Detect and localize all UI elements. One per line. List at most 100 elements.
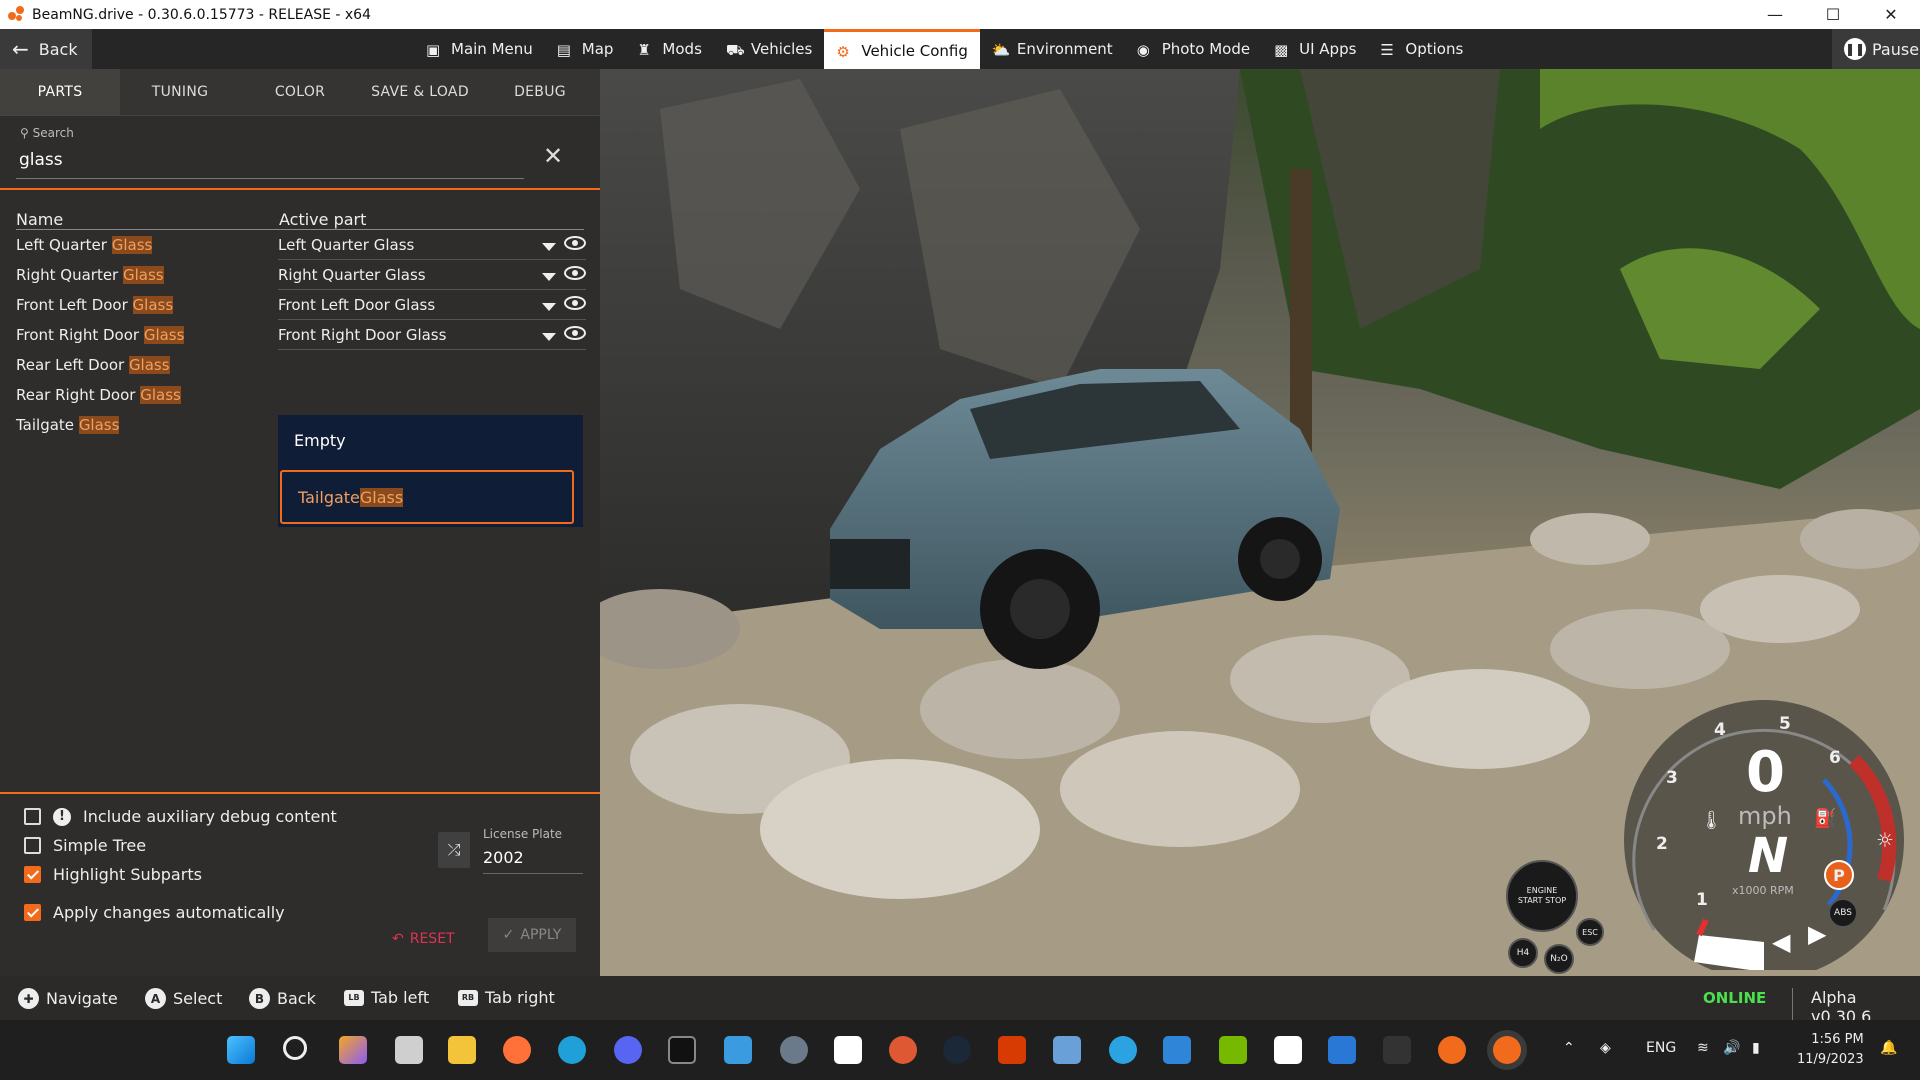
online-status: ONLINE <box>1703 989 1767 1007</box>
pause-button[interactable]: ❚❚ Pause <box>1832 29 1920 69</box>
eye-icon[interactable] <box>564 326 586 340</box>
search-taskbar-icon[interactable] <box>283 1036 307 1060</box>
engine-start-stop-button[interactable]: ENGINE START STOP <box>1506 860 1578 932</box>
menu-item-ui-apps[interactable]: ▩ UI Apps <box>1262 29 1368 69</box>
tab-color[interactable]: COLOR <box>240 69 360 115</box>
part-row[interactable]: Right Quarter Glass Right Quarter Glass <box>16 260 586 290</box>
sliders-icon: ☰ <box>1380 41 1394 59</box>
tab-save-load[interactable]: SAVE & LOAD <box>360 69 480 115</box>
apply-button[interactable]: ✓ APPLY <box>488 918 576 952</box>
chevron-down-icon[interactable] <box>542 243 556 251</box>
beamng-launcher-icon[interactable] <box>1438 1036 1466 1064</box>
simple-tree-checkbox[interactable]: Simple Tree <box>24 836 146 855</box>
part-row[interactable]: Rear Right Door Glass <box>16 380 584 410</box>
language-indicator[interactable]: ENG <box>1646 1040 1676 1056</box>
mail-icon[interactable] <box>1328 1036 1356 1064</box>
part-row[interactable]: Left Quarter Glass Left Quarter Glass <box>16 230 586 260</box>
beamng-active-icon[interactable] <box>1493 1036 1521 1064</box>
rpm-label: x1000 RPM <box>1732 884 1794 897</box>
menu-item-options[interactable]: ☰ Options <box>1368 29 1475 69</box>
discord-icon[interactable] <box>614 1036 642 1064</box>
tray-network-off-icon[interactable]: ◈ <box>1600 1040 1611 1056</box>
telegram-icon[interactable] <box>1109 1036 1137 1064</box>
active-part-select[interactable]: Front Left Door Glass <box>278 296 586 320</box>
dropdown-option-empty[interactable]: Empty <box>278 415 578 465</box>
tab-parts[interactable]: PARTS <box>0 69 120 115</box>
lb-button-icon: LB <box>344 989 364 1006</box>
hint-select[interactable]: A Select <box>145 988 222 1009</box>
steam-icon[interactable] <box>943 1036 971 1064</box>
chevron-down-icon[interactable] <box>542 303 556 311</box>
volume-icon[interactable]: 🔊 <box>1723 1040 1740 1056</box>
menu-item-vehicles[interactable]: ⛟ Vehicles <box>714 29 824 69</box>
info-icon: ! <box>53 807 71 826</box>
nvidia-icon[interactable] <box>1219 1036 1247 1064</box>
menu-item-main-menu[interactable]: ▣ Main Menu <box>414 29 545 69</box>
hint-navigate[interactable]: ✚ Navigate <box>18 988 118 1009</box>
menu-item-map[interactable]: ▤ Map <box>545 29 626 69</box>
hint-tab-left[interactable]: LB Tab left <box>344 988 429 1007</box>
close-window-button[interactable]: ✕ <box>1862 0 1920 29</box>
back-button[interactable]: ← Back <box>0 29 92 69</box>
office-icon[interactable] <box>998 1036 1026 1064</box>
search-field[interactable]: ⚲ Search glass ✕ <box>0 116 600 190</box>
active-part-select[interactable]: Left Quarter Glass <box>278 236 586 260</box>
license-plate-input[interactable]: 2002 <box>483 848 583 874</box>
tray-expand-icon[interactable]: ⌃ <box>1563 1040 1575 1056</box>
eye-icon[interactable] <box>564 296 586 310</box>
settings-icon[interactable] <box>780 1036 808 1064</box>
menu-item-vehicle-config[interactable]: ⚙ Vehicle Config <box>824 29 980 69</box>
vehicle-config-panel: PARTS TUNING COLOR SAVE & LOAD DEBUG ⚲ Searc… <box>0 69 600 976</box>
rpm-tick-6: 6 <box>1829 748 1841 768</box>
rpm-tick-1: 1 <box>1696 890 1708 910</box>
taskbar-clock[interactable]: 1:56 PM 11/9/2023 <box>1797 1030 1864 1070</box>
wifi-icon[interactable]: ≋ <box>1697 1040 1709 1056</box>
dropdown-option-tailgate-glass[interactable]: Tailgate Glass <box>280 470 574 524</box>
edge-icon[interactable] <box>558 1036 586 1064</box>
notepad-icon[interactable] <box>724 1036 752 1064</box>
auto-apply-checkbox[interactable]: Apply changes automatically <box>24 903 285 922</box>
firefox-icon[interactable] <box>503 1036 531 1064</box>
menu-item-photo-mode[interactable]: ◉ Photo Mode <box>1125 29 1262 69</box>
copilot-icon[interactable] <box>339 1036 367 1064</box>
hint-tab-right[interactable]: RB Tab right <box>458 988 555 1007</box>
randomize-plate-button[interactable]: ⤮ <box>438 832 470 868</box>
windows-start-icon[interactable] <box>227 1036 255 1064</box>
highlight-subparts-checkbox[interactable]: Highlight Subparts <box>24 865 202 884</box>
monitor-app-icon[interactable] <box>1053 1036 1081 1064</box>
terminal-icon[interactable] <box>668 1036 696 1064</box>
hint-back[interactable]: B Back <box>249 988 316 1009</box>
active-part-select[interactable]: Front Right Door Glass <box>278 326 586 350</box>
tab-tuning[interactable]: TUNING <box>120 69 240 115</box>
tab-debug[interactable]: DEBUG <box>480 69 600 115</box>
task-view-icon[interactable] <box>395 1036 423 1064</box>
eye-icon[interactable] <box>564 236 586 250</box>
menu-item-mods[interactable]: ♜ Mods <box>625 29 713 69</box>
active-part-select[interactable]: Right Quarter Glass <box>278 266 586 290</box>
maximize-button[interactable]: ☐ <box>1804 0 1862 29</box>
chevron-down-icon[interactable] <box>542 273 556 281</box>
reset-button[interactable]: ↶ RESET <box>392 922 472 956</box>
windows-taskbar: ⌃ ◈ ENG ≋ 🔊 ▮ 1:56 PM 11/9/2023 🔔 <box>0 1020 1920 1080</box>
eye-icon[interactable] <box>564 266 586 280</box>
remote-desktop-icon[interactable] <box>1163 1036 1191 1064</box>
clear-search-icon[interactable]: ✕ <box>543 142 563 170</box>
notion-icon[interactable] <box>1274 1036 1302 1064</box>
animal-app-icon[interactable] <box>1383 1036 1411 1064</box>
chevron-down-icon[interactable] <box>542 333 556 341</box>
battery-icon[interactable]: ▮ <box>1752 1040 1760 1056</box>
aux-debug-checkbox[interactable]: ! Include auxiliary debug content <box>24 807 337 826</box>
menu-item-environment[interactable]: ⛅ Environment <box>980 29 1125 69</box>
a-button-icon: A <box>145 988 166 1009</box>
part-row[interactable]: Front Right Door Glass Front Right Door G… <box>16 320 586 350</box>
rb-button-icon: RB <box>458 989 478 1006</box>
store-icon[interactable] <box>834 1036 862 1064</box>
part-row[interactable]: Front Left Door Glass Front Left Door Gla… <box>16 290 586 320</box>
duckduckgo-icon[interactable] <box>889 1036 917 1064</box>
search-input[interactable]: glass <box>19 150 63 170</box>
minimize-button[interactable]: — <box>1746 0 1804 29</box>
part-row[interactable]: Rear Left Door Glass <box>16 350 584 380</box>
notification-bell-icon[interactable]: 🔔 <box>1880 1040 1897 1056</box>
file-explorer-icon[interactable] <box>448 1036 476 1064</box>
config-options: ! Include auxiliary debug content Simple… <box>0 792 600 976</box>
